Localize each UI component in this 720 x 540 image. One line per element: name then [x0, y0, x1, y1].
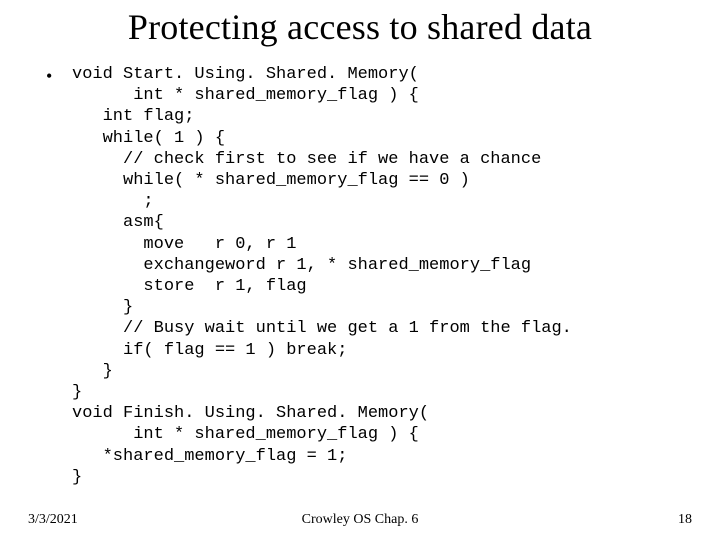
- code-block: void Start. Using. Shared. Memory( int *…: [72, 64, 572, 488]
- slide-title: Protecting access to shared data: [0, 6, 720, 48]
- footer-center: Crowley OS Chap. 6: [0, 512, 720, 528]
- slide: Protecting access to shared data • void …: [0, 0, 720, 540]
- bullet-item: • void Start. Using. Shared. Memory( int…: [46, 64, 700, 488]
- footer-page-number: 18: [678, 512, 692, 528]
- bullet-dot: •: [46, 64, 72, 87]
- slide-body: • void Start. Using. Shared. Memory( int…: [46, 64, 700, 488]
